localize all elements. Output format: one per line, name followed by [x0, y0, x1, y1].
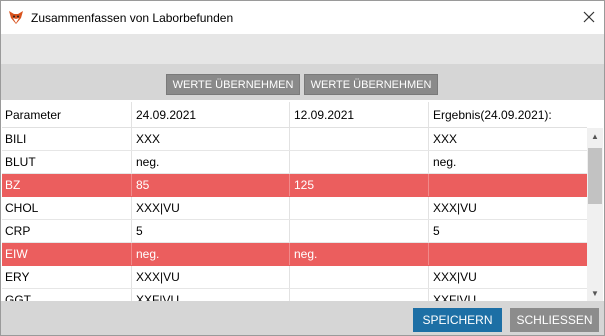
table-cell: [290, 151, 429, 173]
dialog-window: Zusammenfassen von Laborbefunden WERTE Ü…: [0, 0, 605, 336]
table-cell: BILI: [2, 128, 132, 150]
column-header-result[interactable]: Ergebnis(24.09.2021):: [429, 102, 587, 127]
table-cell: [290, 197, 429, 219]
table-cell: ERY: [2, 266, 132, 288]
table-cell: GGT: [2, 289, 132, 301]
table-header-row: Parameter 24.09.2021 12.09.2021 Ergebnis…: [2, 102, 587, 128]
table-cell: BZ: [2, 174, 132, 196]
table-cell: BLUT: [2, 151, 132, 173]
table-cell: XXX|VU: [132, 266, 290, 288]
scroll-up-arrow-icon[interactable]: ▲: [587, 128, 603, 144]
table-cell: XXX: [433, 132, 458, 146]
table-cell: neg.: [132, 243, 290, 265]
table-cell: XXX|VU: [433, 201, 477, 215]
scroll-down-arrow-icon[interactable]: ▼: [587, 285, 603, 301]
table-cell: neg.: [290, 243, 429, 265]
close-window-button[interactable]: [574, 1, 604, 33]
table-cell: XXX|VU: [132, 197, 290, 219]
table-cell: XXF|VU: [132, 289, 290, 301]
table-row[interactable]: GGT XXF|VU XXF|VU: [2, 289, 587, 301]
table-cell: EIW: [2, 243, 132, 265]
table-cell: XXX|VU: [433, 270, 477, 284]
table-cell: CRP: [2, 220, 132, 242]
table-cell: [290, 266, 429, 288]
table-cell: neg.: [132, 151, 290, 173]
table-cell: 125: [290, 174, 429, 196]
fox-app-icon: [9, 11, 23, 24]
table-row[interactable]: BILI XXX XXX: [2, 128, 587, 151]
table-cell: [290, 128, 429, 150]
close-button[interactable]: SCHLIESSEN: [510, 308, 599, 332]
table-cell: [429, 174, 587, 196]
title-bar: Zusammenfassen von Laborbefunden: [1, 1, 604, 34]
table-cell: [290, 220, 429, 242]
apply-values-button-1[interactable]: WERTE ÜBERNEHMEN: [166, 74, 300, 95]
vertical-scrollbar[interactable]: ▲ ▼: [587, 128, 603, 301]
table-row-highlighted[interactable]: BZ 85 125: [2, 174, 587, 197]
apply-values-button-2[interactable]: WERTE ÜBERNEHMEN: [304, 74, 438, 95]
table-cell: [429, 243, 587, 265]
save-button[interactable]: SPEICHERN: [413, 308, 502, 332]
table-cell: 5: [433, 224, 440, 238]
scrollbar-thumb[interactable]: [588, 148, 602, 204]
column-header-parameter[interactable]: Parameter: [2, 102, 132, 127]
column-header-date-1[interactable]: 24.09.2021: [132, 102, 290, 127]
table-row[interactable]: CRP 5 5: [2, 220, 587, 243]
header-band: [1, 34, 604, 64]
window-title: Zusammenfassen von Laborbefunden: [31, 11, 234, 25]
table-cell: [290, 289, 429, 301]
table-cell: 5: [132, 220, 290, 242]
table-cell: XXF|VU: [433, 293, 477, 301]
table-cell: neg.: [433, 155, 457, 169]
table-cell: 85: [132, 174, 290, 196]
table-row[interactable]: BLUT neg. neg.: [2, 151, 587, 174]
table-row[interactable]: ERY XXX|VU XXX|VU: [2, 266, 587, 289]
table-row-highlighted[interactable]: EIW neg. neg.: [2, 243, 587, 266]
close-icon: [583, 11, 595, 23]
table-cell: CHOL: [2, 197, 132, 219]
lab-results-table: Parameter 24.09.2021 12.09.2021 Ergebnis…: [2, 102, 603, 301]
footer-bar: SPEICHERN SCHLIESSEN: [1, 301, 604, 335]
toolbar: WERTE ÜBERNEHMEN WERTE ÜBERNEHMEN: [1, 64, 604, 100]
column-header-date-2[interactable]: 12.09.2021: [290, 102, 429, 127]
table-cell: XXX: [132, 128, 290, 150]
table-row[interactable]: CHOL XXX|VU XXX|VU: [2, 197, 587, 220]
